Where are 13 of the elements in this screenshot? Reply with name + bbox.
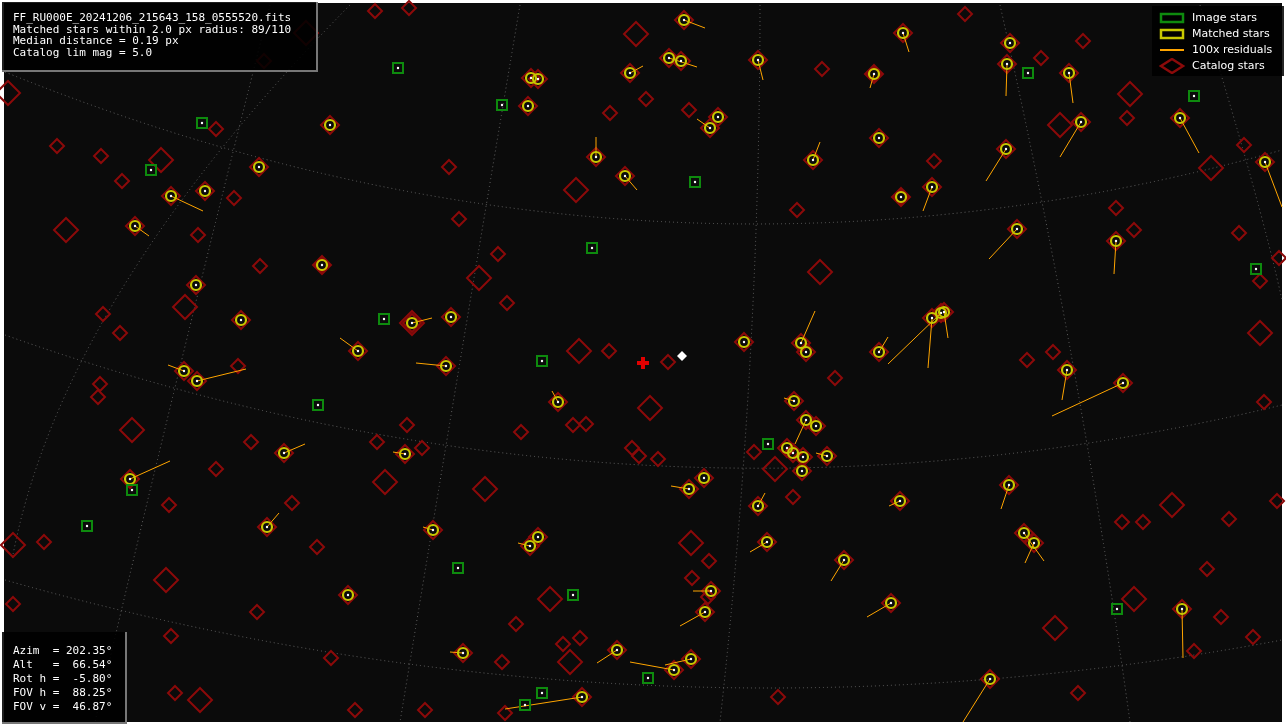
legend-label: Matched stars — [1192, 25, 1270, 42]
info-text-line: FOV h = 88.25° — [13, 686, 114, 700]
info-text-line: Matched stars within 2.0 px radius: 89/110 — [13, 23, 293, 35]
info-text-line: FOV v = 46.87° — [13, 700, 114, 714]
legend-label: Image stars — [1192, 9, 1257, 26]
info-text-line: FF_RU000E_20241206_215643_158_0555520.fits — [13, 12, 293, 24]
info-text-line: Median distance = 0.19 px — [13, 35, 179, 47]
info-text-line: Alt = 66.54° — [13, 658, 114, 672]
legend-label: 100x residuals — [1192, 41, 1273, 58]
info-text-line: Catalog lim mag = 5.0 — [13, 46, 154, 58]
info-text-line: Rot h = -5.80° — [13, 672, 114, 686]
info-text-line: Azim = 202.35° — [13, 644, 114, 658]
legend-label: Catalog stars — [1192, 57, 1265, 74]
